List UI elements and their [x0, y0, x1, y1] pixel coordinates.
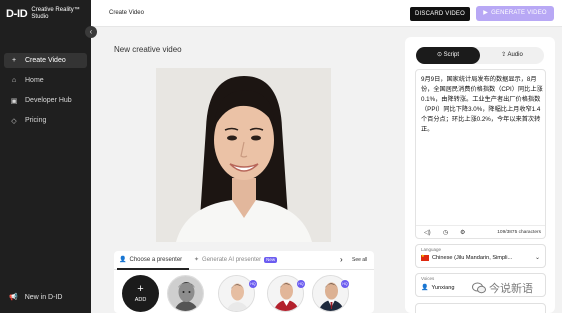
- script-toolbar: ◁) ◷ ⚙ 109/3875 characters: [416, 225, 545, 239]
- hq-badge: HQ: [249, 280, 257, 288]
- voice-value-wrap: 👤 Yunxiang: [421, 284, 455, 292]
- language-value-wrap: Chinese (Jilu Mandarin, Simpli...: [421, 253, 513, 261]
- person-icon: 👤: [119, 257, 127, 263]
- presenter-tabs: 👤 Choose a presenter ✦ Generate AI prese…: [114, 251, 374, 270]
- hq-badge: HQ: [297, 280, 305, 288]
- sidebar-nav: + Create Video ⌂ Home ▣ Developer Hub ◇ …: [4, 53, 87, 133]
- tab-audio-label: Audio: [507, 52, 523, 58]
- tab-script[interactable]: ⊙ Script: [416, 47, 480, 64]
- chevron-down-icon: ⌄: [534, 255, 540, 261]
- tab-audio[interactable]: ⇪ Audio: [480, 47, 544, 64]
- code-icon: ▣: [10, 97, 18, 105]
- generate-video-label: GENERATE VIDEO: [491, 10, 547, 16]
- chevron-left-icon: ‹: [89, 27, 93, 36]
- pause-icon[interactable]: ◷: [443, 229, 448, 236]
- app-root: D-ID Creative Reality™ Studio + Create V…: [0, 0, 562, 313]
- add-label: ADD: [134, 297, 147, 303]
- new-in-label: New in D-ID: [24, 293, 63, 301]
- new-badge: New: [264, 256, 278, 263]
- language-select[interactable]: Language Chinese (Jilu Mandarin, Simpli.…: [415, 244, 546, 268]
- styles-select[interactable]: [415, 303, 546, 313]
- script-textarea[interactable]: 9月9日，国家统计局发布的数据显示，8月份，全国居民消费价格指数（CPI）同比上…: [415, 69, 546, 239]
- tab-script-label: Script: [443, 52, 460, 58]
- page-title: Create Video: [109, 10, 144, 16]
- add-presenter-button[interactable]: + ADD: [122, 275, 159, 312]
- upload-icon: ⇪: [501, 52, 507, 58]
- sidebar-item-pricing[interactable]: ◇ Pricing: [4, 113, 87, 128]
- see-all-link[interactable]: See all: [352, 257, 367, 263]
- brand-line1: Creative Reality™: [31, 7, 80, 13]
- sidebar-item-label: Home: [25, 77, 44, 84]
- discard-video-button[interactable]: DISCARD VIDEO: [410, 7, 470, 21]
- video-title[interactable]: New creative video: [114, 45, 182, 54]
- tab-generate-ai-presenter[interactable]: ✦ Generate AI presenter New: [194, 256, 278, 263]
- home-icon: ⌂: [11, 77, 17, 84]
- play-preview-icon[interactable]: ◁): [424, 229, 431, 236]
- presenter-panel: 👤 Choose a presenter ✦ Generate AI prese…: [114, 251, 374, 313]
- sidebar: D-ID Creative Reality™ Studio + Create V…: [0, 0, 91, 313]
- brand-line2: Studio: [31, 14, 49, 20]
- plus-icon: +: [11, 57, 17, 64]
- tag-icon: ◇: [11, 117, 17, 125]
- presenter-portrait: [156, 68, 331, 242]
- generate-video-button[interactable]: ▶ GENERATE VIDEO: [476, 6, 554, 21]
- arrow-right-icon[interactable]: ›: [340, 255, 343, 264]
- video-icon: ▶: [483, 10, 489, 16]
- brand[interactable]: D-ID Creative Reality™ Studio: [6, 7, 80, 21]
- person-icon: 👤: [421, 285, 429, 291]
- sidebar-item-label: Create Video: [25, 57, 66, 64]
- hq-badge: HQ: [341, 280, 349, 288]
- active-tab-indicator: [117, 268, 189, 270]
- script-panel: ⊙ Script ⇪ Audio 9月9日，国家统计局发布的数据显示，8月份，全…: [405, 37, 555, 313]
- plus-icon: +: [137, 283, 144, 295]
- sidebar-item-label: Pricing: [25, 117, 47, 124]
- new-in-did-link[interactable]: 📢 New in D-ID: [9, 293, 63, 302]
- language-value: Chinese (Jilu Mandarin, Simpli...: [432, 255, 513, 261]
- tab-choose-presenter[interactable]: 👤 Choose a presenter: [119, 256, 183, 264]
- voice-settings-icon[interactable]: ⚙: [460, 229, 465, 236]
- watermark: 今说新语: [472, 280, 533, 296]
- wechat-logo-icon: [472, 282, 486, 294]
- language-label: Language: [421, 247, 442, 252]
- voices-label: Voices: [421, 276, 435, 281]
- presenter-preview-image: [156, 68, 331, 242]
- character-count: 109/3875 characters: [497, 230, 541, 235]
- china-flag-icon: [421, 253, 429, 261]
- watermark-text: 今说新语: [489, 283, 533, 295]
- script-text[interactable]: 9月9日，国家统计局发布的数据显示，8月份，全国居民消费价格指数（CPI）同比上…: [421, 75, 543, 135]
- collapse-sidebar-button[interactable]: ‹: [85, 26, 97, 38]
- megaphone-icon: 📢: [9, 294, 18, 301]
- presenter-thumbnail[interactable]: [167, 275, 204, 312]
- top-bar: Create Video DISCARD VIDEO ▶ GENERATE VID…: [91, 0, 562, 27]
- script-audio-toggle: ⊙ Script ⇪ Audio: [416, 47, 544, 64]
- sidebar-item-create-video[interactable]: + Create Video: [4, 53, 87, 68]
- sidebar-item-developer-hub[interactable]: ▣ Developer Hub: [4, 93, 87, 108]
- brand-name: Creative Reality™ Studio: [31, 7, 79, 21]
- script-icon: ⊙: [436, 52, 442, 58]
- voice-value: Yunxiang: [431, 284, 455, 291]
- presenter-avatar-sketch: [168, 276, 203, 311]
- tab-choose-presenter-label: Choose a presenter: [129, 256, 183, 263]
- sparkle-icon: ✦: [194, 257, 200, 263]
- brand-logo: D-ID: [6, 8, 28, 20]
- tab-genai-label: Generate AI presenter: [202, 256, 262, 263]
- sidebar-item-label: Developer Hub: [25, 97, 72, 104]
- sidebar-item-home[interactable]: ⌂ Home: [4, 73, 87, 88]
